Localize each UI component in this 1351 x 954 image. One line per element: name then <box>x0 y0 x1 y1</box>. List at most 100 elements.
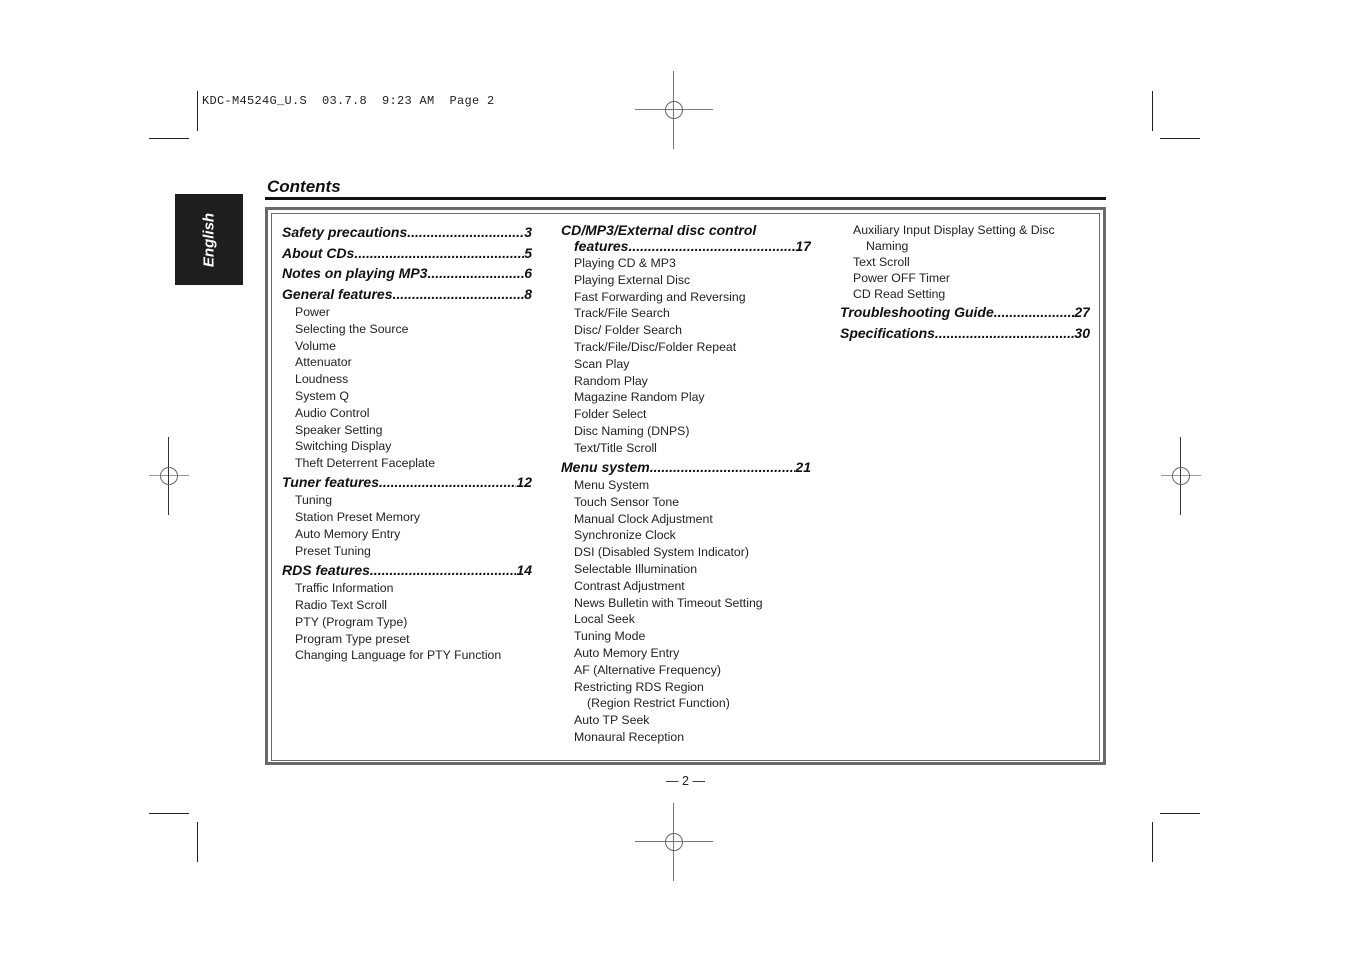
toc-leader-dots <box>393 284 525 305</box>
toc-section-title: General features <box>282 285 393 302</box>
crop-mark <box>149 138 189 139</box>
toc-leader-dots <box>628 238 795 255</box>
toc-item[interactable]: Magazine Random Play <box>561 389 811 406</box>
toc-item[interactable]: Text/Title Scroll <box>561 440 811 457</box>
toc-section-title-line1: CD/MP3/External disc control <box>561 222 757 238</box>
crop-mark <box>1152 91 1153 131</box>
toc-item[interactable]: Manual Clock Adjustment <box>561 511 811 528</box>
toc-item[interactable]: Local Seek <box>561 611 811 628</box>
toc-item[interactable]: Auto Memory Entry <box>561 645 811 662</box>
toc-item[interactable]: Touch Sensor Tone <box>561 494 811 511</box>
toc-section-title: Specifications <box>840 324 935 341</box>
toc-leader-dots <box>994 302 1075 323</box>
toc-item[interactable]: Station Preset Memory <box>282 509 532 526</box>
toc-item[interactable]: Track/File/Disc/Folder Repeat <box>561 339 811 356</box>
toc-leader-dots <box>379 472 516 493</box>
toc-section-heading[interactable]: General features 8 <box>282 284 532 305</box>
toc-item[interactable]: Loudness <box>282 371 532 388</box>
toc-item[interactable]: Naming <box>840 238 1090 254</box>
toc-section-title: Tuner features <box>282 473 379 490</box>
toc-item[interactable]: Fast Forwarding and Reversing <box>561 289 811 306</box>
crop-mark <box>197 91 198 131</box>
toc-item[interactable]: AF (Alternative Frequency) <box>561 662 811 679</box>
registration-mark-icon <box>1161 437 1201 515</box>
crop-mark <box>149 813 189 814</box>
toc-section-heading[interactable]: About CDs 5 <box>282 243 532 264</box>
toc-column-3: Auxiliary Input Display Setting & Disc Na… <box>840 222 1090 343</box>
toc-section-heading[interactable]: Notes on playing MP3 6 <box>282 263 532 284</box>
toc-item[interactable]: Random Play <box>561 373 811 390</box>
toc-item[interactable]: Synchronize Clock <box>561 527 811 544</box>
toc-item[interactable]: Power OFF Timer <box>840 270 1090 286</box>
toc-item[interactable]: Tuning Mode <box>561 628 811 645</box>
toc-column-2: CD/MP3/External disc controlfeatures 17P… <box>561 222 811 746</box>
toc-leader-dots <box>650 457 796 478</box>
toc-item[interactable]: Selecting the Source <box>282 321 532 338</box>
toc-section-page: 12 <box>516 473 532 490</box>
toc-section-page: 3 <box>524 224 532 240</box>
toc-item[interactable]: Switching Display <box>282 438 532 455</box>
toc-item[interactable]: Menu System <box>561 477 811 494</box>
crop-mark <box>1160 138 1200 139</box>
toc-item[interactable]: News Bulletin with Timeout Setting <box>561 595 811 612</box>
toc-section-title: Troubleshooting Guide <box>840 304 994 320</box>
toc-section-heading[interactable]: Troubleshooting Guide 27 <box>840 302 1090 323</box>
toc-leader-dots <box>935 323 1075 344</box>
toc-item[interactable]: Preset Tuning <box>282 543 532 560</box>
toc-item[interactable]: Disc/ Folder Search <box>561 322 811 339</box>
toc-section-title: Notes on playing MP3 <box>282 265 428 281</box>
toc-item[interactable]: Playing External Disc <box>561 272 811 289</box>
toc-item[interactable]: Scan Play <box>561 356 811 373</box>
toc-item[interactable]: Program Type preset <box>282 631 532 648</box>
toc-item[interactable]: Track/File Search <box>561 305 811 322</box>
toc-item[interactable]: Contrast Adjustment <box>561 578 811 595</box>
toc-item[interactable]: DSI (Disabled System Indicator) <box>561 544 811 561</box>
toc-item[interactable]: Monaural Reception <box>561 729 811 746</box>
toc-section-title-line2: features 17 <box>561 238 811 255</box>
toc-item[interactable]: Playing CD & MP3 <box>561 255 811 272</box>
toc-item[interactable]: Auto Memory Entry <box>282 526 532 543</box>
toc-section-page: 17 <box>795 238 811 254</box>
toc-item[interactable]: Speaker Setting <box>282 422 532 439</box>
toc-item[interactable]: PTY (Program Type) <box>282 614 532 631</box>
toc-leader-dots <box>354 243 524 264</box>
toc-item[interactable]: Tuning <box>282 492 532 509</box>
toc-item[interactable]: Theft Deterrent Faceplate <box>282 455 532 472</box>
toc-item[interactable]: Radio Text Scroll <box>282 597 532 614</box>
toc-item[interactable]: Attenuator <box>282 354 532 371</box>
toc-item[interactable]: Volume <box>282 338 532 355</box>
registration-mark-icon <box>635 803 713 881</box>
toc-section-heading[interactable]: Tuner features 12 <box>282 472 532 493</box>
toc-item[interactable]: Text Scroll <box>840 254 1090 270</box>
toc-section-heading[interactable]: Specifications 30 <box>840 323 1090 344</box>
toc-item[interactable]: (Region Restrict Function) <box>561 695 811 712</box>
crop-mark <box>1160 813 1200 814</box>
toc-item[interactable]: Restricting RDS Region <box>561 679 811 696</box>
toc-item[interactable]: Traffic Information <box>282 580 532 597</box>
toc-section-heading[interactable]: RDS features 14 <box>282 560 532 581</box>
toc-section-heading[interactable]: Menu system 21 <box>561 457 811 478</box>
print-slug: KDC-M4524G_U.S 03.7.8 9:23 AM Page 2 <box>202 94 495 108</box>
language-tab: English <box>175 194 243 285</box>
language-tab-label: English <box>200 212 218 267</box>
toc-leader-dots <box>407 222 524 243</box>
toc-section-page: 27 <box>1074 304 1090 320</box>
toc-item[interactable]: Power <box>282 304 532 321</box>
toc-item[interactable]: Audio Control <box>282 405 532 422</box>
toc-item[interactable]: CD Read Setting <box>840 286 1090 302</box>
toc-section-page: 30 <box>1074 324 1090 341</box>
toc-item[interactable]: Auto TP Seek <box>561 712 811 729</box>
toc-item[interactable]: Selectable Illumination <box>561 561 811 578</box>
toc-item[interactable]: System Q <box>282 388 532 405</box>
toc-item[interactable]: Auxiliary Input Display Setting & Disc <box>840 222 1090 238</box>
toc-section-title: features <box>574 238 629 254</box>
toc-section-page: 14 <box>516 561 532 578</box>
toc-column-1: Safety precautions 3 About CDs 5 Notes on pl… <box>282 222 532 664</box>
toc-item[interactable]: Changing Language for PTY Function <box>282 647 532 664</box>
toc-section-heading[interactable]: CD/MP3/External disc controlfeatures 17 <box>561 222 811 255</box>
toc-section-heading[interactable]: Safety precautions 3 <box>282 222 532 243</box>
toc-leader-dots <box>427 263 524 284</box>
crop-mark <box>197 822 198 862</box>
toc-item[interactable]: Disc Naming (DNPS) <box>561 423 811 440</box>
toc-item[interactable]: Folder Select <box>561 406 811 423</box>
